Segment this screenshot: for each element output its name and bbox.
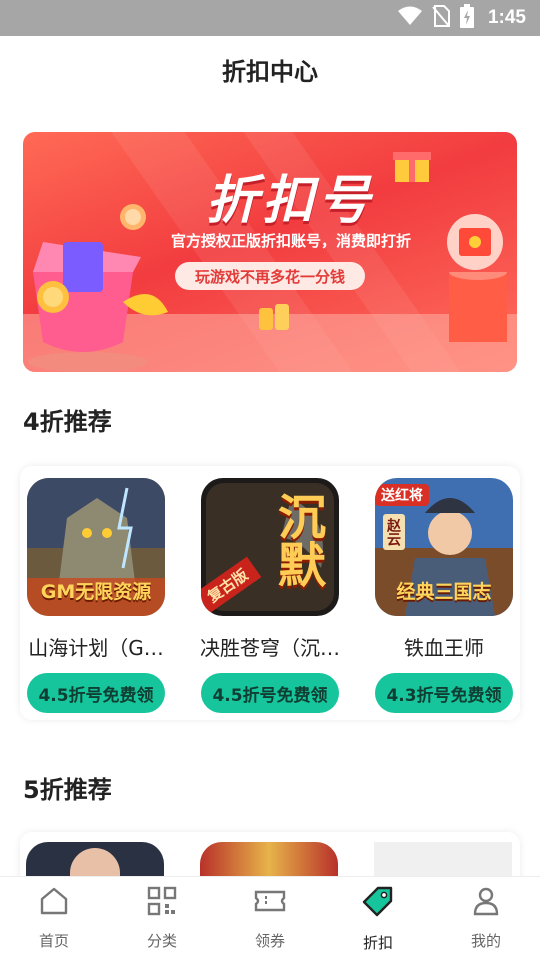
tile-label: GM无限资源 (40, 581, 152, 603)
page-title: 折扣中心 (222, 57, 318, 86)
game-icon-tile[interactable]: GM无限资源 (27, 478, 165, 616)
bottom-nav: 首页 分类 领券 折扣 我的 (0, 876, 540, 960)
coupon-icon (254, 886, 286, 920)
banner-subtitle: 官方授权正版折扣账号，消费即打折 (170, 232, 411, 250)
game-item[interactable]: 沉默 复古版 决胜苍穹（沉… 4.5折号免费领 (200, 478, 340, 713)
nav-label: 我的 (470, 932, 501, 950)
claim-button[interactable]: 4.5折号免费领 (201, 673, 339, 713)
user-icon (471, 886, 501, 920)
gold-stack-icon (259, 304, 289, 330)
game-icon-tile[interactable]: 沉默 复古版 (201, 478, 339, 616)
tile-side-label: 赵云 (383, 514, 405, 550)
pedestal-illustration (449, 272, 507, 342)
tag-icon (362, 886, 394, 922)
home-icon (39, 886, 69, 920)
nav-label: 首页 (38, 932, 69, 950)
game-item[interactable]: GM无限资源 山海计划（G… 4.5折号免费领 (26, 478, 166, 713)
claim-button[interactable]: 4.3折号免费领 (375, 673, 513, 713)
status-bar: 1:45 (0, 0, 540, 36)
section-title-4: 4折推荐 (23, 408, 112, 436)
nav-label: 分类 (146, 932, 177, 950)
grid-qr-icon (147, 886, 177, 920)
tile-badge: 送红将 (375, 484, 429, 506)
gift-box-illustration (28, 242, 168, 372)
game-icon-tile[interactable]: 送红将 赵云 经典三国志 (375, 478, 513, 616)
nav-item-home[interactable]: 首页 (0, 877, 108, 960)
red-envelope-icon (447, 214, 503, 270)
nav-label: 折扣 (362, 934, 393, 952)
section-title-5: 5折推荐 (23, 776, 112, 804)
status-time: 1:45 (487, 7, 526, 28)
game-card-row: GM无限资源 山海计划（G… 4.5折号免费领 沉默 复古版 决胜苍穹（沉… 4… (20, 466, 520, 720)
page-header: 折扣中心 (0, 36, 540, 102)
nav-item-coupon[interactable]: 领券 (216, 877, 324, 960)
battery-charging-icon (459, 4, 474, 32)
nav-item-discount[interactable]: 折扣 (324, 877, 432, 960)
banner-title: 折扣号 (205, 171, 374, 231)
game-name: 山海计划（G… (28, 636, 164, 660)
claim-button[interactable]: 4.5折号免费领 (27, 673, 165, 713)
game-name: 铁血王师 (404, 636, 484, 660)
nav-item-profile[interactable]: 我的 (432, 877, 540, 960)
nav-item-category[interactable]: 分类 (108, 877, 216, 960)
tile-label: 经典三国志 (396, 581, 492, 603)
banner-pill: 玩游戏不再多花一分钱 (175, 262, 365, 290)
coin-icon (120, 204, 146, 230)
promo-banner[interactable]: 折扣号 官方授权正版折扣账号，消费即打折 玩游戏不再多花一分钱 (23, 132, 517, 372)
game-name: 决胜苍穹（沉… (200, 636, 340, 660)
nav-label: 领券 (254, 932, 285, 950)
no-sim-icon (432, 5, 450, 31)
wifi-icon (397, 6, 422, 30)
game-item[interactable]: 送红将 赵云 经典三国志 铁血王师 4.3折号免费领 (374, 478, 514, 713)
